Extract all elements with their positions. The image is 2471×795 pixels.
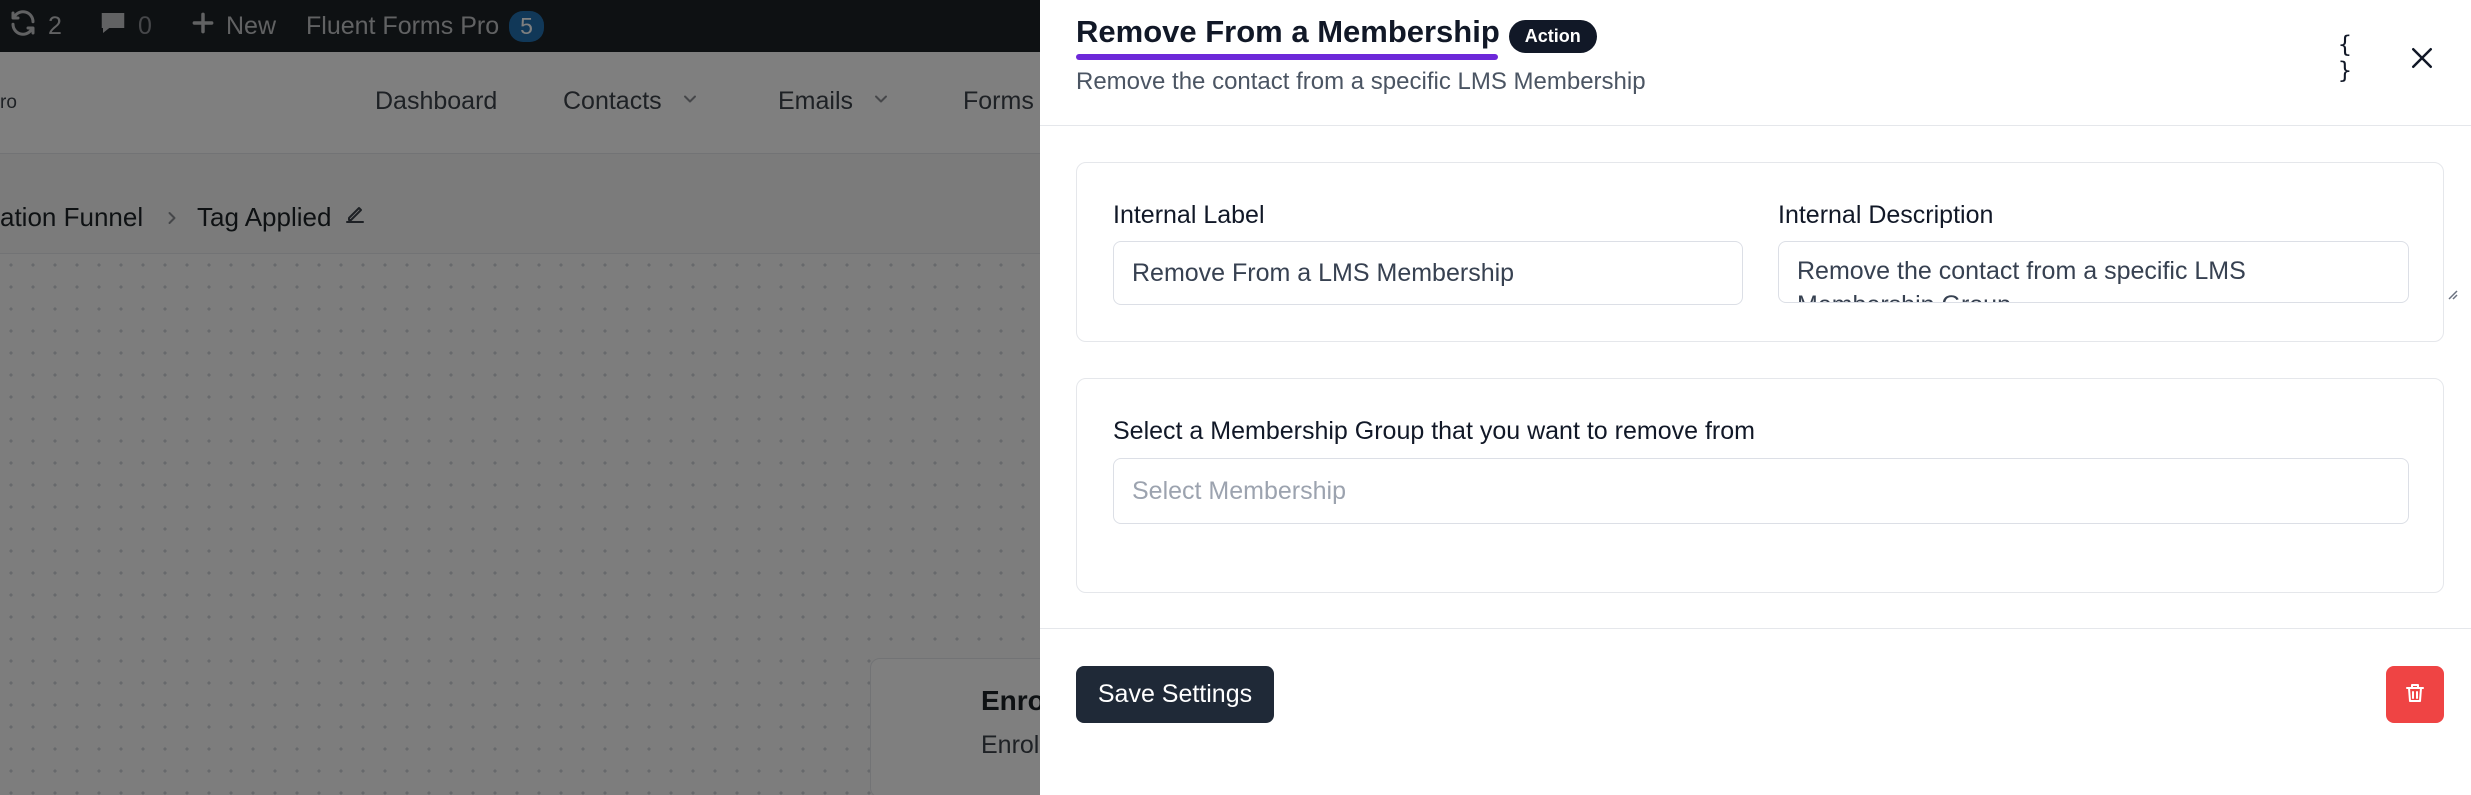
- save-settings-button[interactable]: Save Settings: [1076, 666, 1274, 723]
- internal-label-input[interactable]: [1113, 241, 1743, 305]
- membership-select-placeholder: Select Membership: [1132, 476, 1346, 505]
- internal-info-card: Internal Label Internal Description Remo…: [1076, 162, 2444, 342]
- drawer-subtitle: Remove the contact from a specific LMS M…: [1076, 68, 1646, 95]
- internal-description-textarea[interactable]: Remove the contact from a specific LMS M…: [1778, 241, 2409, 303]
- membership-group-label: Select a Membership Group that you want …: [1113, 417, 1755, 445]
- textarea-resize-handle[interactable]: [2443, 285, 2459, 301]
- braces-icon[interactable]: { }: [2338, 32, 2378, 84]
- trash-icon: [2403, 681, 2427, 708]
- title-row: Remove From a Membership Action: [1076, 14, 1597, 60]
- internal-description-label: Internal Description: [1778, 201, 1994, 229]
- delete-button[interactable]: [2386, 666, 2444, 723]
- membership-card: Select a Membership Group that you want …: [1076, 378, 2444, 593]
- internal-label-label: Internal Label: [1113, 201, 1265, 229]
- action-settings-drawer: Remove From a Membership Action Remove t…: [1040, 0, 2471, 795]
- action-badge: Action: [1508, 19, 1597, 53]
- drawer-title: Remove From a Membership: [1076, 14, 1500, 60]
- drawer-header: Remove From a Membership Action Remove t…: [1040, 0, 2471, 126]
- membership-select[interactable]: Select Membership: [1113, 458, 2409, 524]
- drawer-footer: Save Settings: [1040, 628, 2471, 795]
- close-icon[interactable]: [2402, 38, 2442, 78]
